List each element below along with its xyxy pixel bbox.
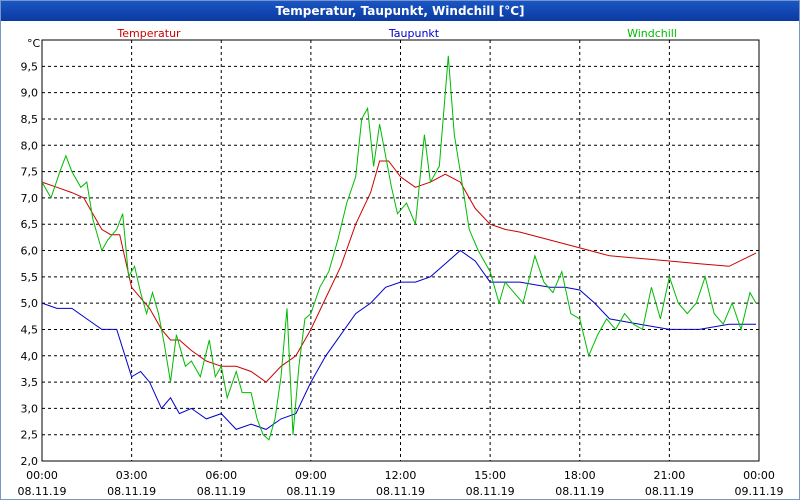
x-tick-date: 08.11.19 [555,485,604,498]
x-tick-date: 08.11.19 [645,485,694,498]
x-tick-date: 08.11.19 [107,485,156,498]
y-tick-label: 7,0 [21,192,39,205]
grid [42,40,759,461]
x-tick-date: 08.11.19 [197,485,246,498]
y-axis-label: °C [27,37,41,50]
legend-item-taupunkt: Taupunkt [388,27,440,40]
y-tick-label: 3,0 [21,402,39,415]
legend: Temperatur Taupunkt Windchill [116,27,677,40]
line-chart: 2,0 2,5 3,0 3,5 4,0 4,5 5,0 5,5 6,0 6,5 7,0 7,5 8,0 8… [18,27,784,498]
x-tick-date: 09.11.19 [735,485,784,498]
y-tick-label: 9,0 [21,87,39,100]
x-tick-date: 08.11.19 [286,485,335,498]
x-tick-label: 18:00 [564,469,596,482]
x-tick-label: 15:00 [474,469,506,482]
chart-window: Temperatur, Taupunkt, Windchill [°C] 2,0… [0,0,800,500]
x-tick-label: 03:00 [116,469,148,482]
series-line-taupunkt [41,249,756,430]
x-tick-label: 06:00 [205,469,237,482]
y-tick-label: 2,5 [21,429,39,442]
y-tick-label: 8,5 [21,113,39,126]
x-tick-label: 09:00 [295,469,327,482]
y-tick-label: 9,5 [21,60,39,73]
window-title: Temperatur, Taupunkt, Windchill [°C] [1,1,799,21]
y-tick-label: 6,5 [21,218,39,231]
series-line-temperatur [41,160,757,383]
x-axis: 00:00 08.11.19 03:00 08.11.19 06:00 08.11.19 0… [18,469,784,498]
y-axis: 2,0 2,5 3,0 3,5 4,0 4,5 5,0 5,5 6,0 6,5 7,0 7,5 8,0 8… [21,60,39,468]
x-tick-date: 08.11.19 [18,485,67,498]
y-tick-label: 8,0 [21,139,39,152]
x-tick-label: 21:00 [654,469,686,482]
y-tick-label: 5,0 [21,297,39,310]
legend-item-windchill: Windchill [627,27,677,40]
y-tick-label: 5,5 [21,271,39,284]
x-tick-date: 08.11.19 [376,485,425,498]
y-tick-label: 2,0 [21,455,39,468]
y-tick-label: 4,5 [21,323,39,336]
x-tick-label: 00:00 [26,469,58,482]
x-tick-date: 08.11.19 [466,485,515,498]
y-tick-label: 6,0 [21,245,39,258]
x-tick-label: 00:00 [743,469,775,482]
y-tick-label: 3,5 [21,376,39,389]
y-tick-label: 4,0 [21,350,39,363]
legend-item-temperatur: Temperatur [116,27,181,40]
y-tick-label: 7,5 [21,166,39,179]
x-tick-label: 12:00 [385,469,417,482]
